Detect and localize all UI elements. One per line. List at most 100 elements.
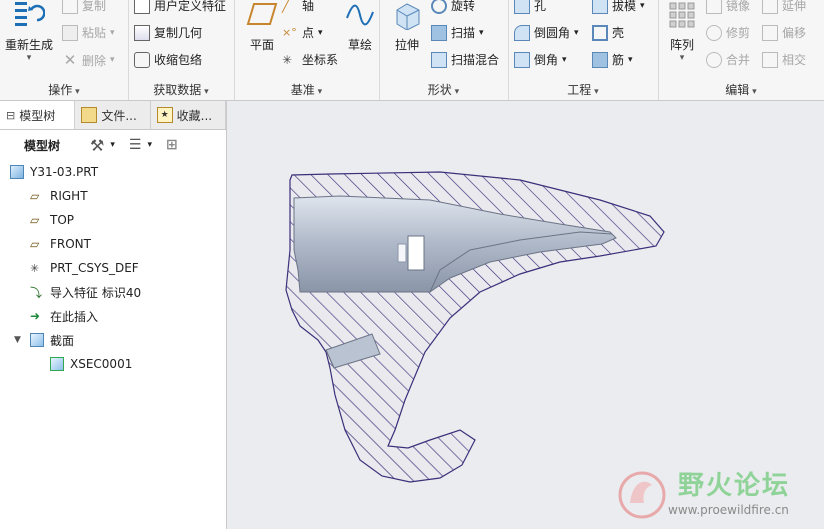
delete-button[interactable]: ✕ 删除 ▾ xyxy=(62,51,115,69)
shrinkwrap-label: 收缩包络 xyxy=(154,53,203,67)
tree-node-front[interactable]: ▱ FRONT xyxy=(0,232,226,256)
tree-node-label: PRT_CSYS_DEF xyxy=(50,261,139,275)
shell-button[interactable]: 壳 xyxy=(592,24,624,41)
tree-node-label: 截面 xyxy=(50,333,75,348)
axis-button[interactable]: ╱ 轴 xyxy=(282,0,314,14)
delete-label: 删除 xyxy=(82,53,107,68)
trim-label: 修剪 xyxy=(726,26,751,40)
intersect-button[interactable]: 相交 xyxy=(762,51,806,68)
group-label-get-data[interactable]: 获取数据 xyxy=(128,81,234,98)
regenerate-dropdown-icon[interactable]: ▾ xyxy=(4,53,54,63)
tab-files[interactable]: 文件... xyxy=(75,101,151,129)
csys-icon: ✳ xyxy=(30,261,40,275)
paste-icon xyxy=(62,24,78,41)
tab-favorites[interactable]: ★ 收藏... xyxy=(151,101,226,129)
pattern-label: 阵列 xyxy=(669,38,694,52)
paste-button[interactable]: 粘贴 ▾ xyxy=(62,24,115,41)
draft-label: 拔模 xyxy=(612,0,637,13)
group-label-shapes[interactable]: 形状 xyxy=(379,81,508,98)
draft-button[interactable]: 拔模 ▾ xyxy=(592,0,645,14)
group-datum: 平面 ╱ 轴 ×° 点 ▾ ✳ 坐标系 草绘 基准 xyxy=(234,0,380,100)
group-shapes: 拉伸 旋转 扫描 ▾ 扫描混合 形状 xyxy=(379,0,509,100)
revolve-label: 旋转 xyxy=(451,0,476,13)
section-folder-icon xyxy=(30,333,44,347)
copy-icon xyxy=(62,0,78,14)
tree-node-insert-here[interactable]: ➜ 在此插入 xyxy=(0,304,226,328)
merge-button[interactable]: 合并 xyxy=(706,51,750,68)
swept-blend-label: 扫描混合 xyxy=(451,53,500,67)
shell-label: 壳 xyxy=(612,26,625,40)
tree-filter-icon[interactable]: ⊞ xyxy=(166,137,178,153)
regenerate-button[interactable]: 重新生成 ▾ xyxy=(4,0,54,63)
offset-button[interactable]: 偏移 xyxy=(762,24,806,41)
round-button[interactable]: 倒圆角 ▾ xyxy=(514,24,579,41)
tree-node-top[interactable]: ▱ TOP xyxy=(0,208,226,232)
round-icon xyxy=(514,24,530,41)
axis-label: 轴 xyxy=(302,0,315,13)
point-label: 点 xyxy=(302,26,315,40)
sweep-button[interactable]: 扫描 ▾ xyxy=(431,24,484,41)
tree-node-label: XSEC0001 xyxy=(70,357,133,371)
pattern-dropdown-icon[interactable]: ▾ xyxy=(662,53,702,63)
tree-node-label: TOP xyxy=(50,213,75,227)
extrude-button[interactable]: 拉伸 xyxy=(387,0,427,53)
rib-button[interactable]: 筋 ▾ xyxy=(592,51,633,68)
model-tree-icon: ⊟ xyxy=(6,108,16,122)
hole-label: 孔 xyxy=(534,0,547,13)
chamfer-button[interactable]: 倒角 ▾ xyxy=(514,51,567,68)
tree-settings-icon[interactable]: ⚒ xyxy=(90,136,104,155)
sketch-button[interactable]: 草绘 xyxy=(342,0,378,53)
datum-plane-button[interactable]: 平面 xyxy=(240,0,284,53)
shell-icon xyxy=(592,24,608,41)
intersect-icon xyxy=(762,51,778,68)
extrude-label: 拉伸 xyxy=(394,38,419,52)
csys-button[interactable]: ✳ 坐标系 xyxy=(282,51,338,68)
point-button[interactable]: ×° 点 ▾ xyxy=(282,24,323,41)
group-label-operations[interactable]: 操作 xyxy=(0,81,128,98)
folder-icon xyxy=(81,107,98,123)
group-label-datum[interactable]: 基准 xyxy=(234,81,379,98)
group-operations: 重新生成 ▾ 复制 粘贴 ▾ ✕ 删除 ▾ 操作 xyxy=(0,0,129,100)
datum-plane-icon: ▱ xyxy=(30,213,40,227)
tab-files-label: 文件... xyxy=(101,108,137,123)
sweep-label: 扫描 xyxy=(451,26,476,40)
revolve-button[interactable]: 旋转 xyxy=(431,0,475,14)
swept-blend-button[interactable]: 扫描混合 xyxy=(431,51,499,68)
hole-button[interactable]: 孔 xyxy=(514,0,546,14)
expand-arrow-icon[interactable]: ▼ xyxy=(14,335,24,345)
mirror-button[interactable]: 镜像 xyxy=(706,0,750,14)
merge-label: 合并 xyxy=(726,53,751,67)
favorites-icon: ★ xyxy=(156,107,173,123)
tree-node-import[interactable]: ⤵ 导入特征 标识40 xyxy=(0,280,226,304)
tree-columns-icon[interactable]: ☰ xyxy=(129,137,142,153)
tree-node-part[interactable]: Y31-03.PRT xyxy=(0,160,226,184)
extend-button[interactable]: 延伸 xyxy=(762,0,806,14)
pattern-button[interactable]: 阵列 ▾ xyxy=(662,0,702,63)
graphics-window[interactable]: 野火论坛 www.proewildfire.cn xyxy=(227,101,824,529)
tree-node-xsec[interactable]: XSEC0001 xyxy=(0,352,226,376)
group-get-data: 用户定义特征 复制几何 收缩包络 获取数据 xyxy=(128,0,235,100)
group-label-editing[interactable]: 编辑 xyxy=(658,81,824,98)
tab-model-tree[interactable]: ⊟ 模型树 xyxy=(0,101,76,129)
udf-button[interactable]: 用户定义特征 xyxy=(134,0,226,14)
csys-label: 坐标系 xyxy=(302,53,339,67)
tree-header-label: 模型树 xyxy=(24,138,61,153)
shrinkwrap-button[interactable]: 收缩包络 xyxy=(134,51,202,68)
pattern-icon xyxy=(669,2,695,28)
watermark-logo-icon xyxy=(618,471,666,519)
trim-button[interactable]: 修剪 xyxy=(706,24,750,41)
copy-button[interactable]: 复制 xyxy=(62,0,106,14)
round-label: 倒圆角 xyxy=(534,26,571,40)
insert-arrow-icon: ➜ xyxy=(30,309,41,323)
datum-plane-icon xyxy=(246,3,278,25)
offset-icon xyxy=(762,24,778,41)
datum-plane-label: 平面 xyxy=(249,38,274,52)
tree-node-right[interactable]: ▱ RIGHT xyxy=(0,184,226,208)
tree-node-sections[interactable]: ▼ 截面 xyxy=(0,328,226,352)
watermark-title: 野火论坛 xyxy=(678,471,791,501)
copy-geometry-button[interactable]: 复制几何 xyxy=(134,24,202,41)
point-icon: ×° xyxy=(282,26,297,39)
regenerate-label: 重新生成 xyxy=(4,38,53,52)
group-label-engineering[interactable]: 工程 xyxy=(508,81,658,98)
tree-node-csys[interactable]: ✳ PRT_CSYS_DEF xyxy=(0,256,226,280)
